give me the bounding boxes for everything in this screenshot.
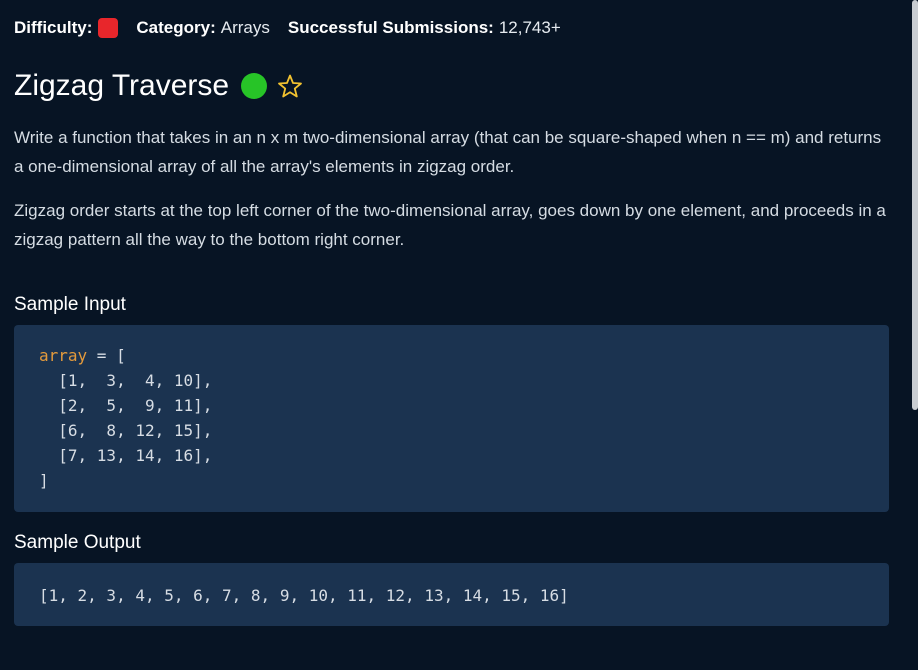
code-line: ] [39, 471, 49, 490]
sample-output-code: [1, 2, 3, 4, 5, 6, 7, 8, 9, 10, 11, 12, … [14, 563, 889, 626]
code-assign: = [ [87, 346, 126, 365]
code-line: array = [ [39, 343, 889, 368]
completed-status-icon [241, 73, 268, 99]
star-outline-icon[interactable] [277, 73, 303, 99]
code-line: [2, 5, 9, 11], [39, 396, 213, 415]
code-line: [7, 13, 14, 16], [39, 446, 213, 465]
category-label: Category: [136, 18, 216, 37]
difficulty-badge [98, 18, 119, 38]
code-variable: array [39, 346, 88, 365]
description-paragraph: Write a function that takes in an n x m … [14, 128, 882, 176]
sample-output-heading: Sample Output [14, 532, 141, 553]
code-line: [6, 8, 12, 15], [39, 421, 213, 440]
scrollbar[interactable] [912, 0, 918, 410]
sample-input-code: array = [ [1, 3, 4, 10], [2, 5, 9, 11], … [14, 325, 889, 512]
question-meta: Difficulty: Category: Arrays Successful … [14, 16, 561, 40]
page-title: Zigzag Traverse [14, 69, 230, 102]
sample-input-heading: Sample Input [14, 294, 126, 315]
title-row: Zigzag Traverse [14, 66, 303, 106]
code-line: [1, 2, 3, 4, 5, 6, 7, 8, 9, 10, 11, 12, … [39, 586, 569, 605]
difficulty-label: Difficulty: [14, 18, 93, 37]
category-value: Arrays [220, 18, 270, 37]
code-line: [1, 3, 4, 10], [39, 371, 213, 390]
description-paragraph: Zigzag order starts at the top left corn… [14, 201, 886, 249]
submissions-label: Successful Submissions: [287, 18, 494, 37]
submissions-value: 12,743+ [498, 18, 561, 37]
